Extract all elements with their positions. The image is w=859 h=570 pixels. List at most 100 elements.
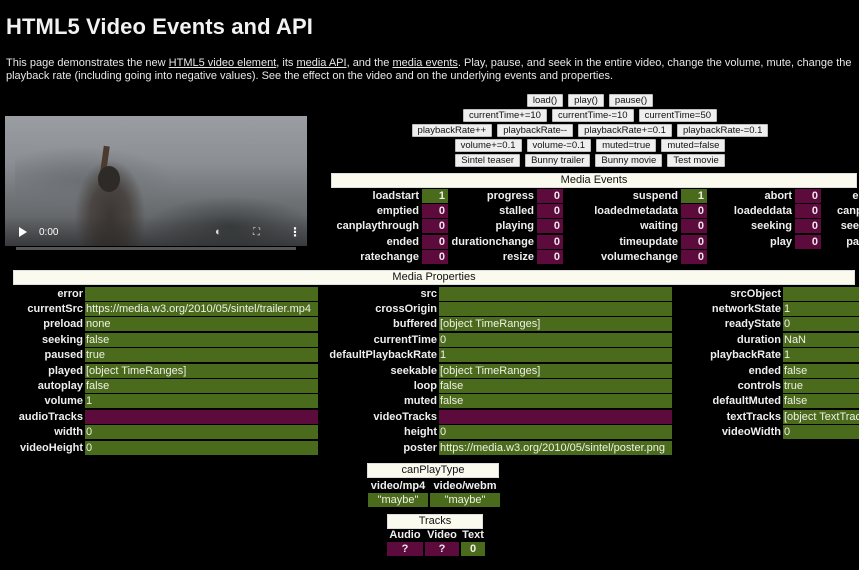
more-vertical-icon[interactable]: ⋮ [289, 225, 301, 239]
property-played-value: [object TimeRanges] [85, 363, 318, 378]
mime-type-label: video/webm [433, 480, 497, 492]
currenttime-10-button[interactable]: currentTime-=10 [551, 109, 634, 122]
volume-0-1-button[interactable]: volume-=0.1 [526, 139, 592, 152]
event-play: play 0 [707, 234, 821, 249]
button-row: volume+=0.1 volume-=0.1 muted=true muted=fa… [400, 139, 780, 152]
property-label: autoplay [37, 380, 83, 393]
video-scrollbar[interactable] [16, 247, 296, 250]
media-properties-header: Media Properties [13, 270, 855, 285]
event-count: 0 [422, 204, 448, 219]
property-label: networkState [711, 303, 781, 316]
event-abort: abort 0 [707, 188, 821, 203]
event-label: durationchange [451, 235, 534, 248]
html5-video-element-link[interactable]: HTML5 video element [169, 57, 277, 69]
event-label: error [852, 189, 859, 202]
muted-false-button[interactable]: muted=false [661, 139, 726, 152]
time-display: 0:00 [39, 227, 59, 238]
property-label: loop [413, 380, 437, 393]
event-count: 0 [422, 250, 448, 265]
event-count: 0 [681, 250, 707, 265]
event-count: 0 [537, 250, 563, 265]
event-label: seeked [840, 220, 859, 233]
event-loadeddata: loadeddata 0 [707, 204, 821, 219]
test-movie-button[interactable]: Test movie [667, 154, 725, 167]
button-row: load() play() pause() [400, 94, 780, 107]
property-defaultplaybackrate-value: 1 [439, 348, 672, 363]
volume-icon[interactable]: ◐ [215, 226, 222, 238]
playbackrate-0-1-button[interactable]: playbackRate-=0.1 [676, 124, 769, 137]
property-label: crossOrigin [375, 303, 437, 316]
event-ended: ended 0 [332, 234, 448, 249]
currenttime-10-button[interactable]: currentTime+=10 [462, 109, 547, 122]
event-label: canplaythrough [336, 220, 419, 233]
event-label: pause [846, 235, 859, 248]
playbackrate-0-1-button[interactable]: playbackRate+=0.1 [578, 124, 672, 137]
media-events-link[interactable]: media events [392, 57, 457, 69]
track-count: 0 [461, 542, 485, 556]
bunny-movie-button[interactable]: Bunny movie [595, 154, 663, 167]
property-row: paused true defaultPlaybackRate 1 playbackRa… [14, 348, 859, 363]
property-label: currentTime [373, 333, 437, 346]
event-label: ratechange [360, 251, 419, 264]
event-count: 0 [537, 219, 563, 234]
property-label: controls [737, 380, 781, 393]
property-label: volume [44, 395, 83, 408]
event-seeked: seeked0 [821, 219, 859, 233]
intro-part: , its [276, 57, 297, 69]
property-label: srcObject [730, 287, 781, 300]
load-button[interactable]: load() [526, 94, 564, 107]
play-icon[interactable] [19, 227, 27, 237]
event-canplaythrough: canplaythrough 0 [332, 219, 448, 234]
property-row: width 0 height 0 videoWidth 0 [14, 425, 859, 440]
event-label: stalled [499, 205, 534, 218]
property-label: defaultPlaybackRate [329, 349, 437, 362]
event-count: 0 [537, 204, 563, 219]
event-count: 0 [681, 234, 707, 249]
property-controls-value: true [783, 379, 859, 394]
property-preload-value: none [85, 317, 318, 332]
pause-button[interactable]: pause() [608, 94, 654, 107]
currenttime-50-button[interactable]: currentTime=50 [638, 109, 718, 122]
fullscreen-icon[interactable]: ⛶ [253, 227, 260, 238]
event-label: canplay [837, 205, 859, 218]
play-button[interactable]: play() [568, 94, 604, 107]
event-resize: resize 0 [448, 250, 563, 265]
event-label: timeupdate [619, 235, 678, 248]
track-type-label: Video [427, 529, 457, 541]
property-autoplay-value: false [85, 379, 318, 394]
event-row: emptied 0 stalled 0 loadedmetadata 0 loadeddat… [332, 203, 859, 219]
event-count: 0 [795, 219, 821, 234]
track-type-label: Text [462, 529, 484, 541]
property-label: src [420, 287, 437, 300]
event-loadstart: loadstart 1 [332, 188, 448, 203]
playbackrate-button[interactable]: playbackRate++ [411, 124, 493, 137]
event-count: 0 [681, 219, 707, 234]
media-api-link[interactable]: media API [296, 57, 346, 69]
event-progress: progress 0 [448, 188, 563, 203]
volume-0-1-button[interactable]: volume+=0.1 [454, 139, 522, 152]
tracks-value-row: ?? 0 [387, 542, 485, 556]
property-label: readyState [724, 318, 781, 331]
property-row: videoHeight 0 poster https://media.w3.org/2… [14, 440, 859, 455]
event-label: play [769, 235, 792, 248]
bunny-trailer-button[interactable]: Bunny trailer [525, 154, 591, 167]
event-label: emptied [376, 205, 419, 218]
sintel-teaser-button[interactable]: Sintel teaser [455, 154, 521, 167]
property-row: seeking false currentTime 0 duration NaN [14, 332, 859, 347]
property-label: width [54, 426, 83, 439]
property-label: error [57, 287, 83, 300]
property-label: preload [43, 318, 83, 331]
property-audiotracks-value [85, 409, 318, 424]
property-row: played [object TimeRanges] seekable [object… [14, 363, 859, 378]
event-count: 0 [795, 204, 821, 219]
property-networkstate-value: 1 [783, 302, 859, 317]
property-seekable-value: [object TimeRanges] [439, 363, 672, 378]
muted-true-button[interactable]: muted=true [596, 139, 657, 152]
event-durationchange: durationchange 0 [448, 234, 563, 249]
playbackrate-button[interactable]: playbackRate-- [497, 124, 574, 137]
video-player[interactable]: 0:00 ◐ ⛶ ⋮ [5, 116, 307, 246]
property-muted-value: false [439, 394, 672, 409]
event-label: seeking [751, 220, 792, 233]
event-count: 0 [795, 188, 821, 203]
property-duration-value: NaN [783, 332, 859, 347]
